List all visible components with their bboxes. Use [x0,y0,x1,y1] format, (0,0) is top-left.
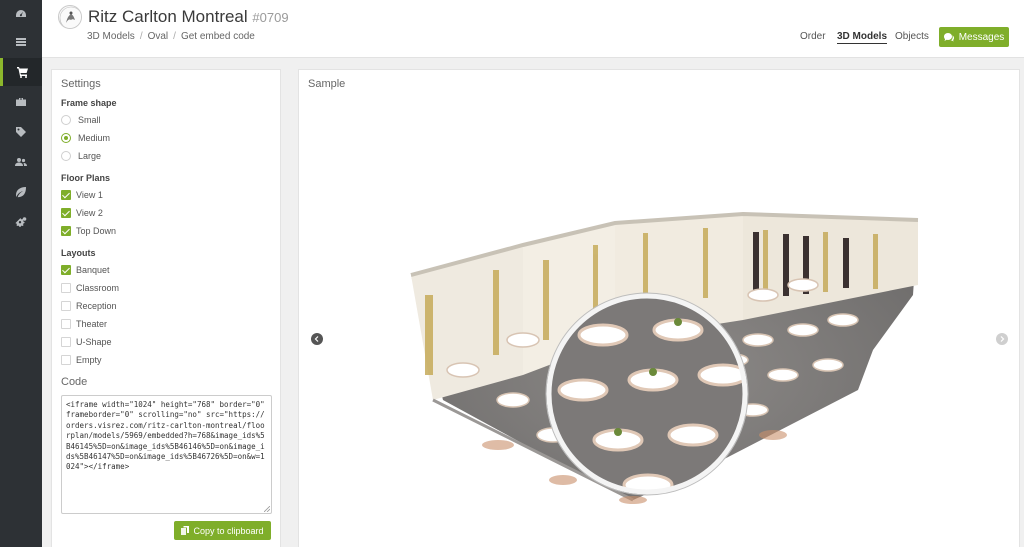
checkbox-u-shape[interactable] [61,337,71,347]
frame-shape-large[interactable]: Large [61,150,101,162]
cart-icon [16,67,28,78]
copy-label: Copy to clipboard [193,525,264,536]
checkbox-theater[interactable] [61,319,71,329]
floor-plans-label: Floor Plans [61,173,111,183]
layout-reception[interactable]: Reception [61,300,117,312]
tab-order[interactable]: Order [800,31,826,42]
breadcrumb-get-embed-code: Get embed code [180,31,255,42]
sample-title: Sample [308,78,346,90]
sidebar-item-briefcase[interactable] [0,88,42,116]
checkbox-classroom[interactable] [61,283,71,293]
settings-panel: Settings Frame shape Small Medium Large … [51,69,281,547]
copy-to-clipboard-button[interactable]: Copy to clipboard [174,521,271,540]
list-icon [16,38,26,46]
chevron-left-icon [314,336,319,342]
code-label: Code [61,376,88,388]
radio-medium[interactable] [61,133,71,143]
page-header: Ritz Carlton Montreal #0709 3D Models / Ov… [42,0,1024,58]
sidebar-nav [0,0,42,547]
tags-icon [16,127,26,137]
checkbox-reception[interactable] [61,301,71,311]
breadcrumb-3d-models[interactable]: 3D Models [87,31,135,42]
venue-logo [58,5,82,29]
floorplan-3d-image [410,211,919,504]
checkbox-top-down[interactable] [61,226,71,236]
sidebar-item-users[interactable] [0,148,42,176]
layout-theater[interactable]: Theater [61,318,107,330]
venue-number: #0709 [252,10,289,25]
messages-button[interactable]: Messages [939,27,1009,47]
sidebar-item-leaf[interactable] [0,178,42,206]
radio-small[interactable] [61,115,71,125]
checkbox-view-1[interactable] [61,190,71,200]
dashboard-icon [16,10,26,17]
sidebar-item-settings[interactable] [0,208,42,236]
layout-banquet[interactable]: Banquet [61,264,110,276]
cogs-icon [15,217,27,227]
frame-shape-small[interactable]: Small [61,114,101,126]
next-arrow-button[interactable] [996,333,1008,345]
copy-icon [181,526,190,535]
floor-plan-view-1[interactable]: View 1 [61,189,103,201]
layout-classroom[interactable]: Classroom [61,282,119,294]
floor-plan-view-2[interactable]: View 2 [61,207,103,219]
frame-shape-medium[interactable]: Medium [61,132,110,144]
page-title: Ritz Carlton Montreal #0709 [88,7,289,27]
radio-large[interactable] [61,151,71,161]
layout-u-shape[interactable]: U-Shape [61,336,112,348]
frame-shape-label: Frame shape [61,98,117,108]
sidebar-item-list[interactable] [0,28,42,56]
briefcase-icon [16,98,26,106]
previous-arrow-button[interactable] [311,333,323,345]
chevron-right-icon [1000,336,1005,342]
tab-3d-models[interactable]: 3D Models [837,31,888,44]
settings-title: Settings [61,78,101,90]
venue-name: Ritz Carlton Montreal [88,7,248,26]
sidebar-item-dashboard[interactable] [0,0,42,28]
sidebar-item-orders[interactable] [0,58,42,86]
layouts-label: Layouts [61,248,96,258]
checkbox-view-2[interactable] [61,208,71,218]
layout-empty[interactable]: Empty [61,354,102,366]
embed-code-textarea[interactable]: <iframe width="1024" height="768" border… [61,395,272,514]
checkbox-banquet[interactable] [61,265,71,275]
resize-handle-icon[interactable] [264,506,270,512]
tab-objects[interactable]: Objects [895,31,929,42]
leaf-icon [16,187,26,198]
breadcrumb-oval[interactable]: Oval [148,31,169,42]
checkbox-empty[interactable] [61,355,71,365]
sample-panel: Sample [298,69,1020,547]
users-icon [15,158,27,166]
sidebar-item-tags[interactable] [0,118,42,146]
messages-label: Messages [958,31,1005,43]
floor-plan-top-down[interactable]: Top Down [61,225,116,237]
breadcrumb: 3D Models / Oval / Get embed code [87,31,255,42]
comments-icon [943,32,954,41]
